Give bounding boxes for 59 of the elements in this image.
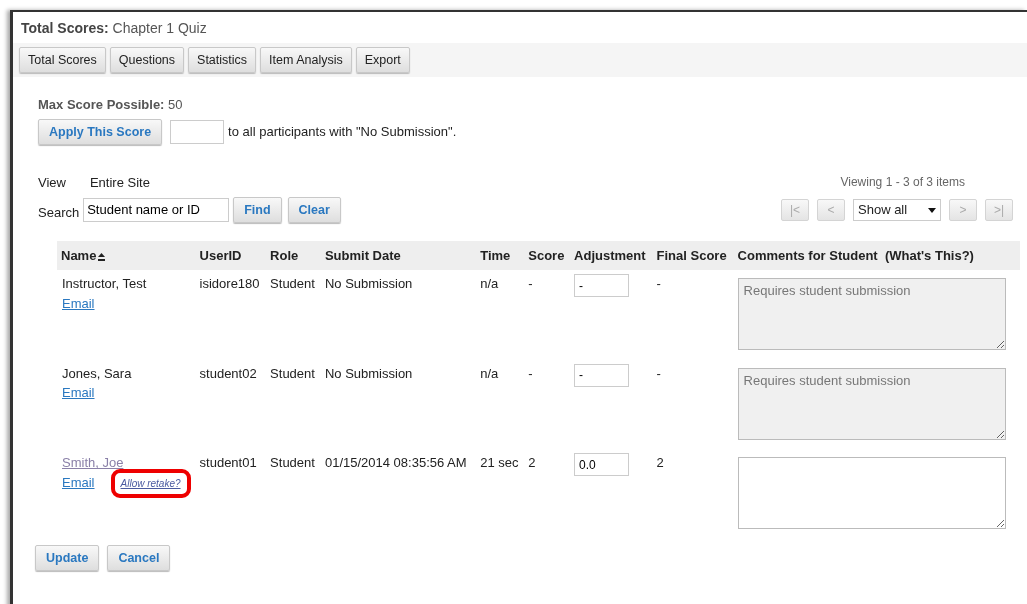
- student-name-link[interactable]: Smith, Joe: [62, 453, 124, 473]
- dropdown-caret-icon: [928, 207, 936, 213]
- table-cell-text: -: [527, 364, 534, 383]
- table-cell: -: [652, 270, 734, 360]
- max-score-value: 50: [168, 97, 183, 113]
- action-button[interactable]: Update: [35, 544, 100, 571]
- apply-score-button[interactable]: Apply This Score: [38, 118, 163, 145]
- table-cell: Student: [266, 270, 321, 360]
- table-cell-text: No Submission: [323, 364, 414, 383]
- tab-button[interactable]: Export: [355, 47, 410, 74]
- table-cell-text: Student: [269, 454, 316, 473]
- adjustment-input[interactable]: -: [574, 274, 630, 298]
- adjustment-input[interactable]: 0.0: [574, 453, 630, 477]
- table-cell-text: 2: [527, 454, 537, 473]
- table-cell-text: student01: [198, 454, 258, 473]
- email-link[interactable]: Email: [62, 474, 95, 490]
- table-cell: n/a: [476, 270, 525, 360]
- action-button[interactable]: Cancel: [107, 544, 171, 571]
- table-cell-text: 01/15/2014 08:35:56 AM: [323, 454, 468, 473]
- column-header: Score: [524, 240, 571, 271]
- table-cell-text: Student: [269, 364, 316, 383]
- clear-button[interactable]: Clear: [287, 196, 341, 223]
- tab-button[interactable]: Total Scores: [19, 47, 106, 74]
- column-header: UserID: [195, 240, 267, 271]
- adjustment-input[interactable]: -: [574, 363, 630, 387]
- table-cell: No Submission: [320, 270, 477, 360]
- find-button[interactable]: Find: [233, 196, 282, 223]
- column-header: Role: [266, 240, 321, 271]
- table-cell-text: 21 sec: [479, 454, 520, 473]
- search-label: Search: [38, 203, 80, 222]
- comment-field[interactable]: [737, 457, 1006, 530]
- table-cell-text: student02: [198, 364, 258, 383]
- student-name: Jones, Sara: [62, 364, 132, 383]
- search-field[interactable]: Student name or ID: [83, 197, 230, 222]
- student-name: Instructor, Test: [62, 275, 147, 294]
- view-label: View: [38, 174, 66, 192]
- column-header: Submit Date: [320, 240, 477, 271]
- column-header: Adjustment: [570, 240, 653, 271]
- table-cell-text: n/a: [479, 364, 500, 383]
- table-cell-text: -: [655, 364, 662, 383]
- max-score-label: Max Score Possible:: [38, 97, 165, 113]
- column-header: Final Score: [652, 240, 734, 271]
- page-title: Total Scores: Chapter 1 Quiz: [20, 19, 208, 38]
- email-link[interactable]: Email: [62, 295, 95, 311]
- table-cell: -: [524, 270, 571, 360]
- column-header: Comments for Student (What's This?): [733, 240, 1020, 271]
- column-header: Time: [476, 240, 525, 271]
- table-cell: isidore180: [195, 270, 267, 360]
- column-header[interactable]: Name: [57, 240, 196, 271]
- help-link[interactable]: (What's This?): [884, 247, 974, 263]
- viewing-summary: Viewing 1 - 3 of 3 items: [840, 174, 965, 191]
- tab-button[interactable]: Questions: [109, 47, 185, 74]
- tab-button[interactable]: Statistics: [188, 47, 257, 74]
- apply-text: to all participants with "No Submission".: [228, 123, 457, 142]
- score-input[interactable]: [170, 119, 225, 144]
- email-link[interactable]: Email: [62, 385, 95, 401]
- tab-button[interactable]: Item Analysis: [260, 47, 352, 74]
- table-cell-text: 2: [655, 454, 665, 473]
- view-value: Entire Site: [89, 174, 150, 192]
